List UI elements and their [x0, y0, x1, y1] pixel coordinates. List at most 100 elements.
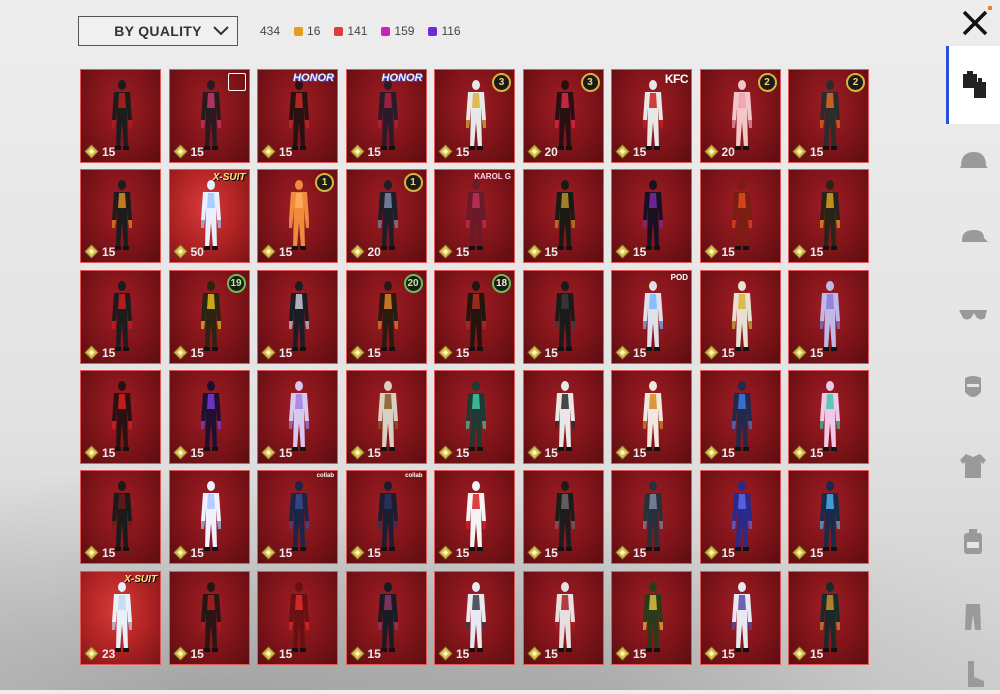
fragment-icon: [84, 244, 99, 260]
fragment-count: 15: [456, 245, 470, 260]
fragment-icon: [349, 244, 365, 260]
fragment-count: 15: [633, 145, 647, 159]
outfit-card[interactable]: 15: [611, 570, 692, 665]
sidebar-tab-backpack[interactable]: [946, 502, 1000, 580]
outfit-card[interactable]: 23 X-SUIT: [80, 570, 161, 665]
outfit-card[interactable]: 15: [80, 169, 161, 264]
fragment-icon: [172, 445, 188, 460]
outfit-card[interactable]: 15: [699, 470, 781, 565]
sidebar-tab-glasses[interactable]: [946, 274, 1000, 352]
outfit-card[interactable]: 15: [434, 570, 515, 665]
outfit-card[interactable]: 15 20: [345, 269, 427, 364]
outfit-card[interactable]: 15 3: [434, 69, 515, 163]
outfit-card[interactable]: 15: [80, 269, 161, 364]
fragment-icon: [172, 244, 188, 260]
outfit-card[interactable]: 15: [788, 169, 869, 264]
brand-tag: POD: [670, 272, 688, 282]
outfit-card[interactable]: 15: [257, 269, 338, 364]
outfit-card[interactable]: 15: [611, 369, 692, 464]
outfit-card[interactable]: 15 1: [257, 169, 338, 264]
outfit-card[interactable]: 15: [788, 369, 869, 464]
outfit-card[interactable]: 15 collab: [257, 470, 338, 565]
outfit-card[interactable]: 15: [699, 570, 781, 665]
fragment-count: 15: [190, 345, 204, 360]
outfit-card[interactable]: 20 1: [345, 169, 427, 264]
outfit-card[interactable]: 15 19: [168, 269, 250, 364]
outfit-figure-icon: [466, 80, 486, 150]
outfit-icon: [962, 71, 986, 98]
outfit-card[interactable]: 15: [522, 470, 604, 565]
outfit-card[interactable]: 15: [434, 369, 515, 464]
outfit-card[interactable]: 15 KAROL G: [434, 169, 515, 264]
sidebar-tab-helmet[interactable]: [946, 122, 1000, 200]
fragment-icon: [792, 244, 807, 260]
fragment-count: 15: [279, 646, 293, 661]
fragment-icon: [438, 445, 453, 460]
outfit-card[interactable]: 15: [345, 369, 427, 464]
outfit-card[interactable]: 15 KFC: [611, 69, 692, 163]
outfit-figure-icon: [554, 180, 575, 251]
quality-count-label: 116: [441, 24, 461, 38]
outfit-card[interactable]: 15: [522, 169, 604, 264]
fragment-icon: [261, 545, 276, 560]
sort-dropdown[interactable]: BY QUALITY: [78, 16, 238, 46]
sidebar-tab-shoes[interactable]: [946, 654, 1000, 694]
outfit-card[interactable]: 15: [168, 69, 250, 163]
outfit-card[interactable]: 15: [611, 169, 692, 264]
outfit-card[interactable]: 15: [522, 369, 604, 464]
fragment-icon: [703, 144, 719, 159]
outfit-card[interactable]: 15 POD: [611, 269, 692, 364]
sidebar-tab-outfit[interactable]: [946, 46, 1000, 124]
outfit-figure-icon: [289, 180, 309, 251]
fragment-icon: [438, 144, 453, 159]
outfit-card[interactable]: 15: [788, 570, 869, 665]
fragment-count: 15: [367, 546, 381, 561]
fragment-count: 15: [102, 445, 116, 460]
outfit-card[interactable]: 15: [699, 369, 781, 464]
sidebar-tab-jacket[interactable]: [946, 426, 1000, 504]
outfit-card[interactable]: 15: [699, 269, 781, 364]
outfit-card[interactable]: 15: [257, 570, 338, 665]
fragment-count: 15: [279, 145, 293, 159]
outfit-card[interactable]: 20 2: [699, 69, 781, 163]
fragment-icon: [84, 344, 99, 360]
outfit-card[interactable]: 15: [80, 69, 161, 163]
sidebar-tab-mask[interactable]: [946, 350, 1000, 428]
outfit-figure-icon: [377, 481, 398, 552]
outfit-figure-icon: [554, 581, 575, 652]
level-badge: 3: [580, 73, 600, 92]
outfit-card[interactable]: 15: [522, 570, 604, 665]
outfit-card[interactable]: 15 collab: [345, 470, 427, 565]
outfit-card[interactable]: 15 HONOR: [257, 69, 338, 163]
fragment-count: 15: [456, 646, 470, 661]
outfit-card[interactable]: 15 HONOR: [345, 69, 427, 163]
outfit-card[interactable]: 15: [699, 169, 781, 264]
outfit-card[interactable]: 15 2: [788, 69, 869, 163]
brand-tag: HONOR: [381, 72, 423, 84]
outfit-card[interactable]: 15: [168, 369, 250, 464]
outfit-card[interactable]: 15: [788, 269, 869, 364]
outfit-card[interactable]: 15: [522, 269, 604, 364]
outfit-card[interactable]: 15: [168, 470, 250, 565]
outfit-card[interactable]: 15: [168, 570, 250, 665]
outfit-figure-icon: [820, 581, 840, 652]
outfit-card[interactable]: 15 18: [434, 269, 515, 364]
filter-bar: BY QUALITY 434 16 141 159 116: [78, 15, 461, 47]
outfit-card[interactable]: 50 X-SUIT: [168, 169, 250, 264]
pants-icon: [965, 604, 981, 630]
level-badge: 1: [403, 173, 423, 193]
sidebar-tab-pants[interactable]: [946, 578, 1000, 656]
outfit-card[interactable]: 20 3: [522, 69, 604, 163]
outfit-card[interactable]: 15: [80, 470, 161, 565]
fragment-icon: [261, 244, 276, 260]
sidebar-tab-cap[interactable]: [946, 198, 1000, 276]
outfit-card[interactable]: 15: [788, 470, 869, 565]
outfit-card[interactable]: 15: [257, 369, 338, 464]
fragment-icon: [349, 445, 365, 460]
outfit-card[interactable]: 15: [80, 369, 161, 464]
outfit-figure-icon: [377, 280, 398, 351]
close-button[interactable]: [958, 6, 992, 40]
outfit-card[interactable]: 15: [611, 470, 692, 565]
outfit-card[interactable]: 15: [345, 570, 427, 665]
outfit-card[interactable]: 15: [434, 470, 515, 565]
